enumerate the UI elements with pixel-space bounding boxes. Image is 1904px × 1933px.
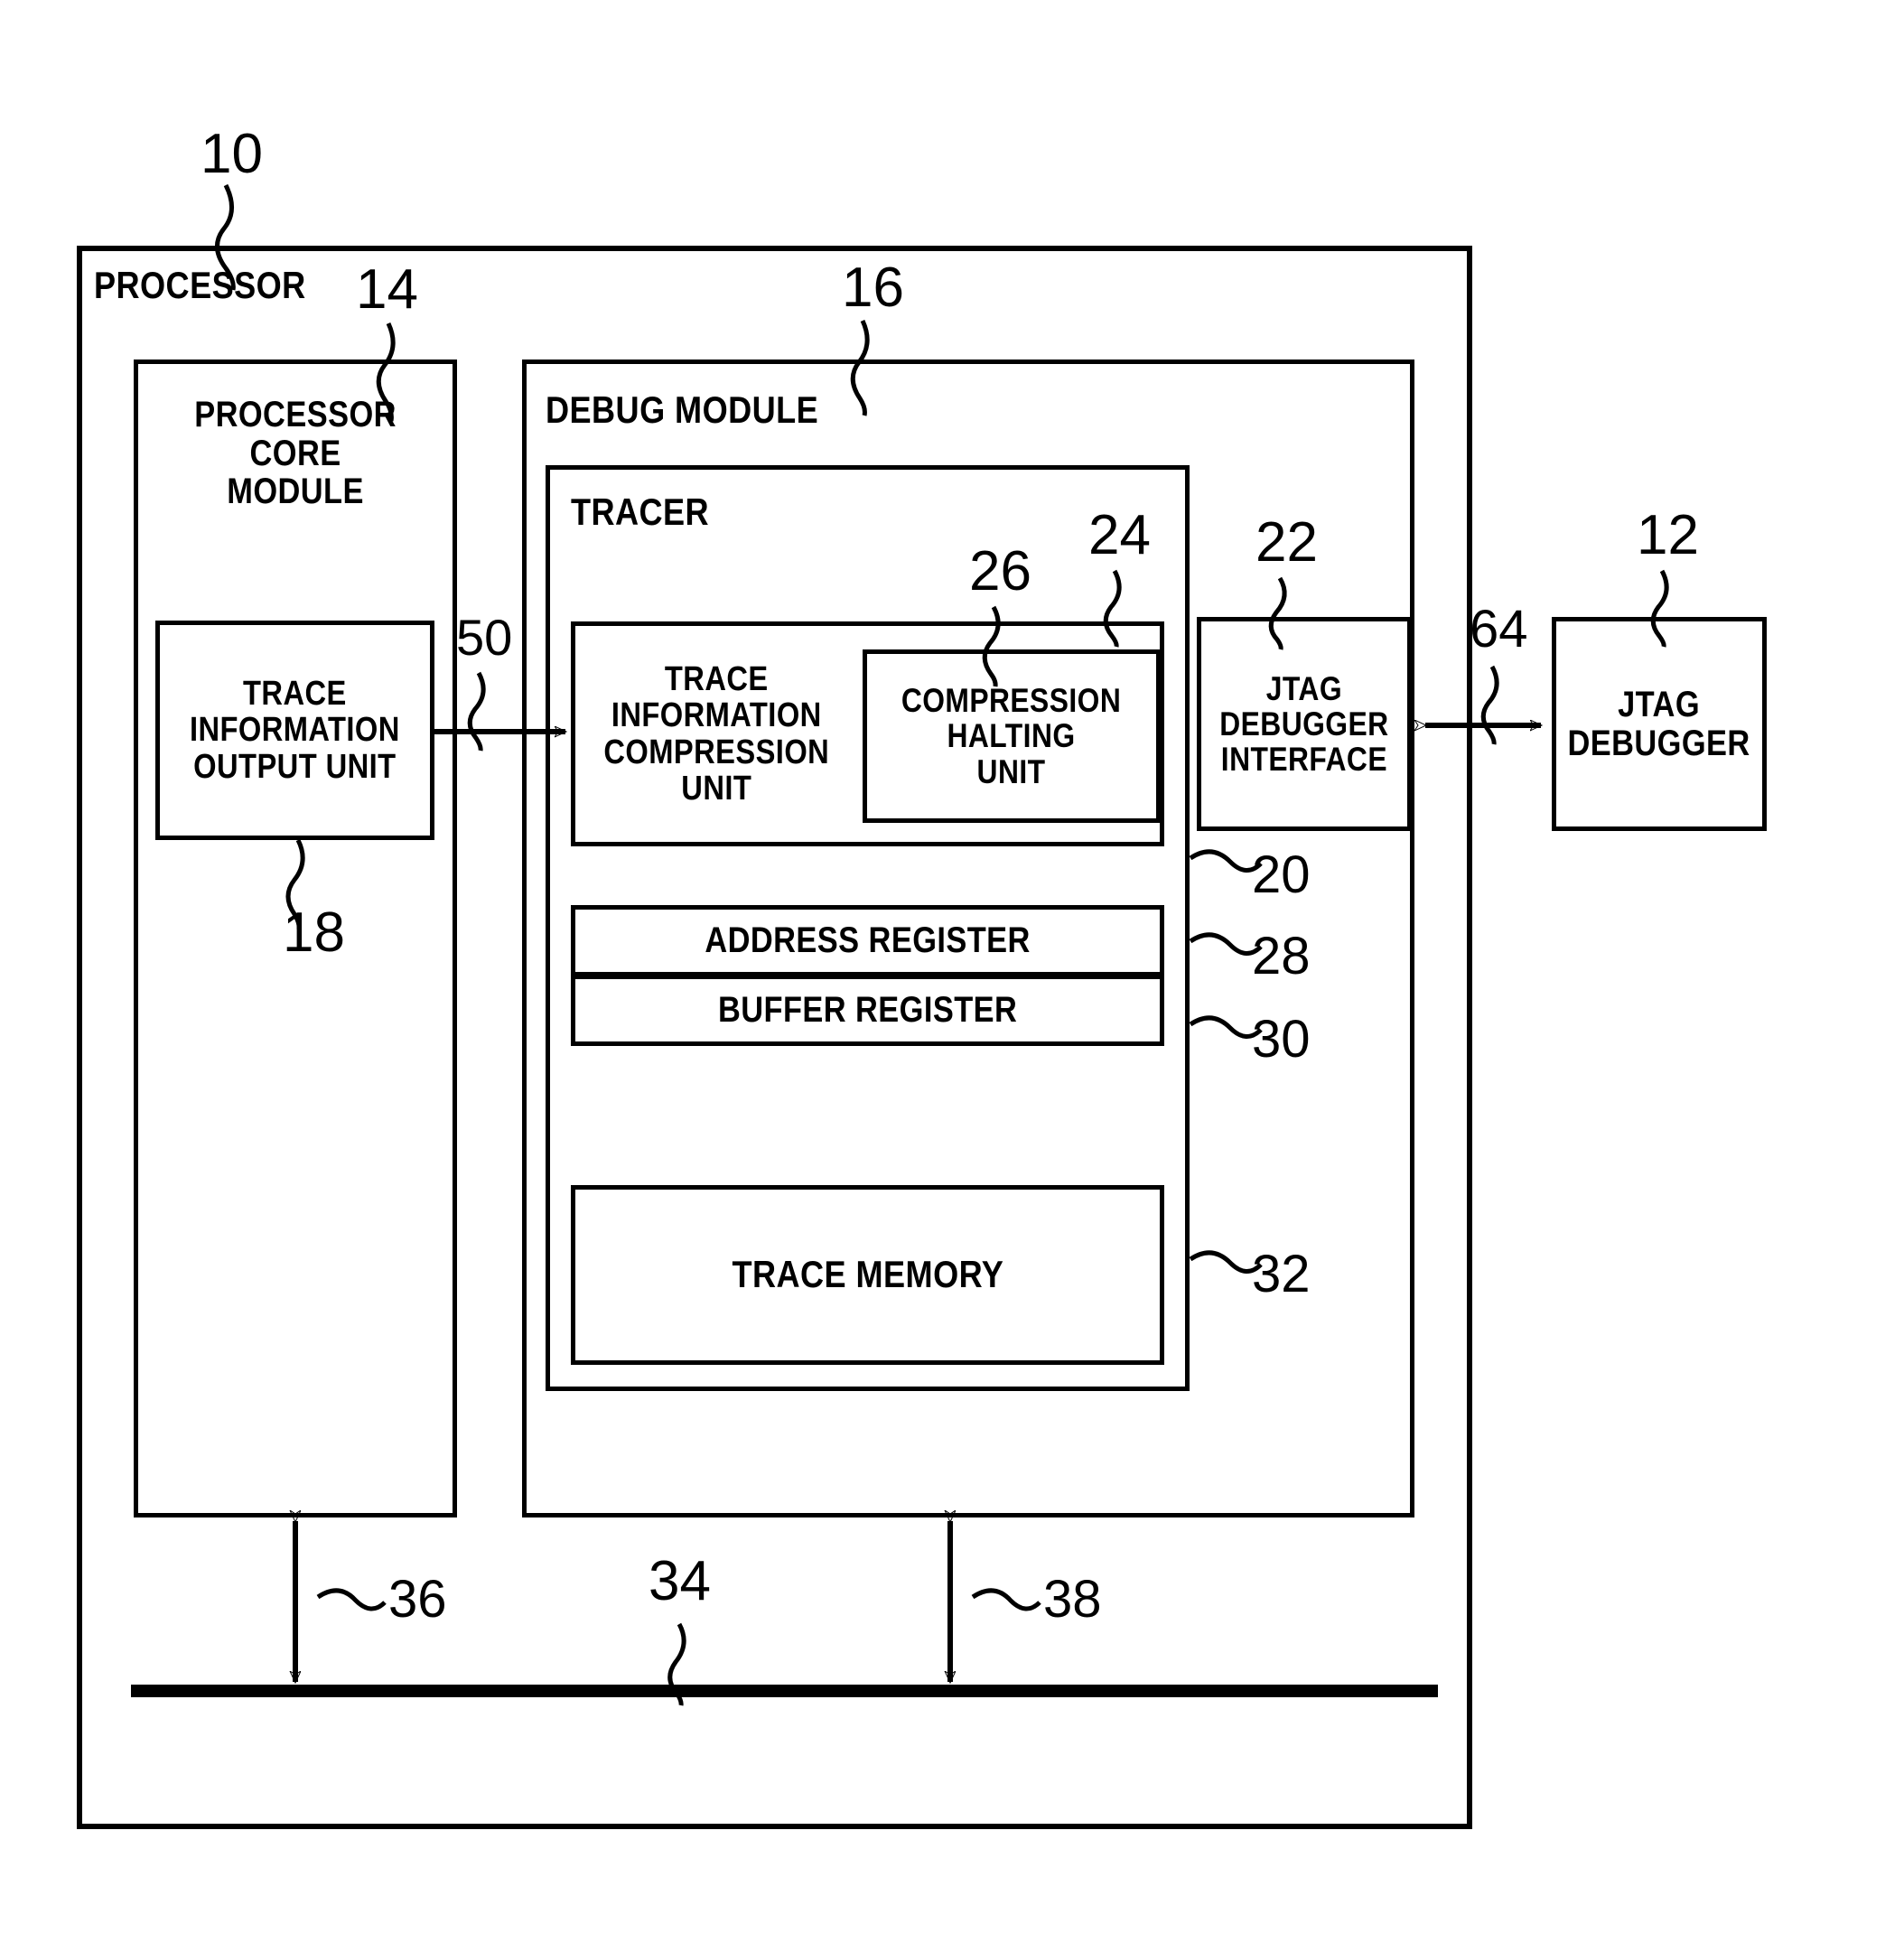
trace-information-compression-unit-label: TRACE INFORMATION COMPRESSION UNIT [603, 659, 830, 808]
buffer-register-label: BUFFER REGISTER [717, 990, 1018, 1031]
figure-canvas: PROCESSOR PROCESSOR CORE MODULE TRACE IN… [0, 0, 1904, 1933]
ref-16: 16 [842, 257, 904, 319]
jtag-debugger-interface-label: JTAG DEBUGGER INTERFACE [1219, 669, 1389, 779]
processor-label: PROCESSOR [94, 264, 306, 306]
ref-28: 28 [1252, 927, 1311, 985]
trace-memory-label: TRACE MEMORY [732, 1253, 1003, 1296]
ref-14: 14 [356, 258, 418, 321]
ref-26: 26 [969, 540, 1031, 602]
ref-38: 38 [1043, 1570, 1102, 1629]
tracer-label: TRACER [571, 490, 710, 533]
trace-information-output-unit-label: TRACE INFORMATION OUTPUT UNIT [190, 675, 400, 786]
ref-36: 36 [388, 1570, 447, 1629]
ref-18: 18 [283, 901, 345, 964]
processor-core-module-label: PROCESSOR CORE MODULE [194, 395, 397, 512]
ref-32: 32 [1252, 1245, 1311, 1303]
compression-halting-unit-label: COMPRESSION HALTING UNIT [901, 682, 1122, 790]
ref-64: 64 [1470, 600, 1528, 658]
jtag-debugger-label: JTAG DEBUGGER [1567, 685, 1751, 763]
ref-34: 34 [649, 1550, 711, 1612]
ref-12: 12 [1637, 504, 1699, 566]
ref-22: 22 [1255, 511, 1318, 574]
ref-20: 20 [1252, 845, 1311, 904]
ref-50: 50 [456, 609, 513, 666]
ref-10: 10 [201, 123, 263, 185]
ref-24: 24 [1088, 504, 1151, 566]
leader-64 [1480, 665, 1499, 745]
debug-module-label: DEBUG MODULE [546, 388, 819, 431]
address-register-label: ADDRESS REGISTER [705, 920, 1031, 961]
ref-30: 30 [1252, 1010, 1311, 1069]
